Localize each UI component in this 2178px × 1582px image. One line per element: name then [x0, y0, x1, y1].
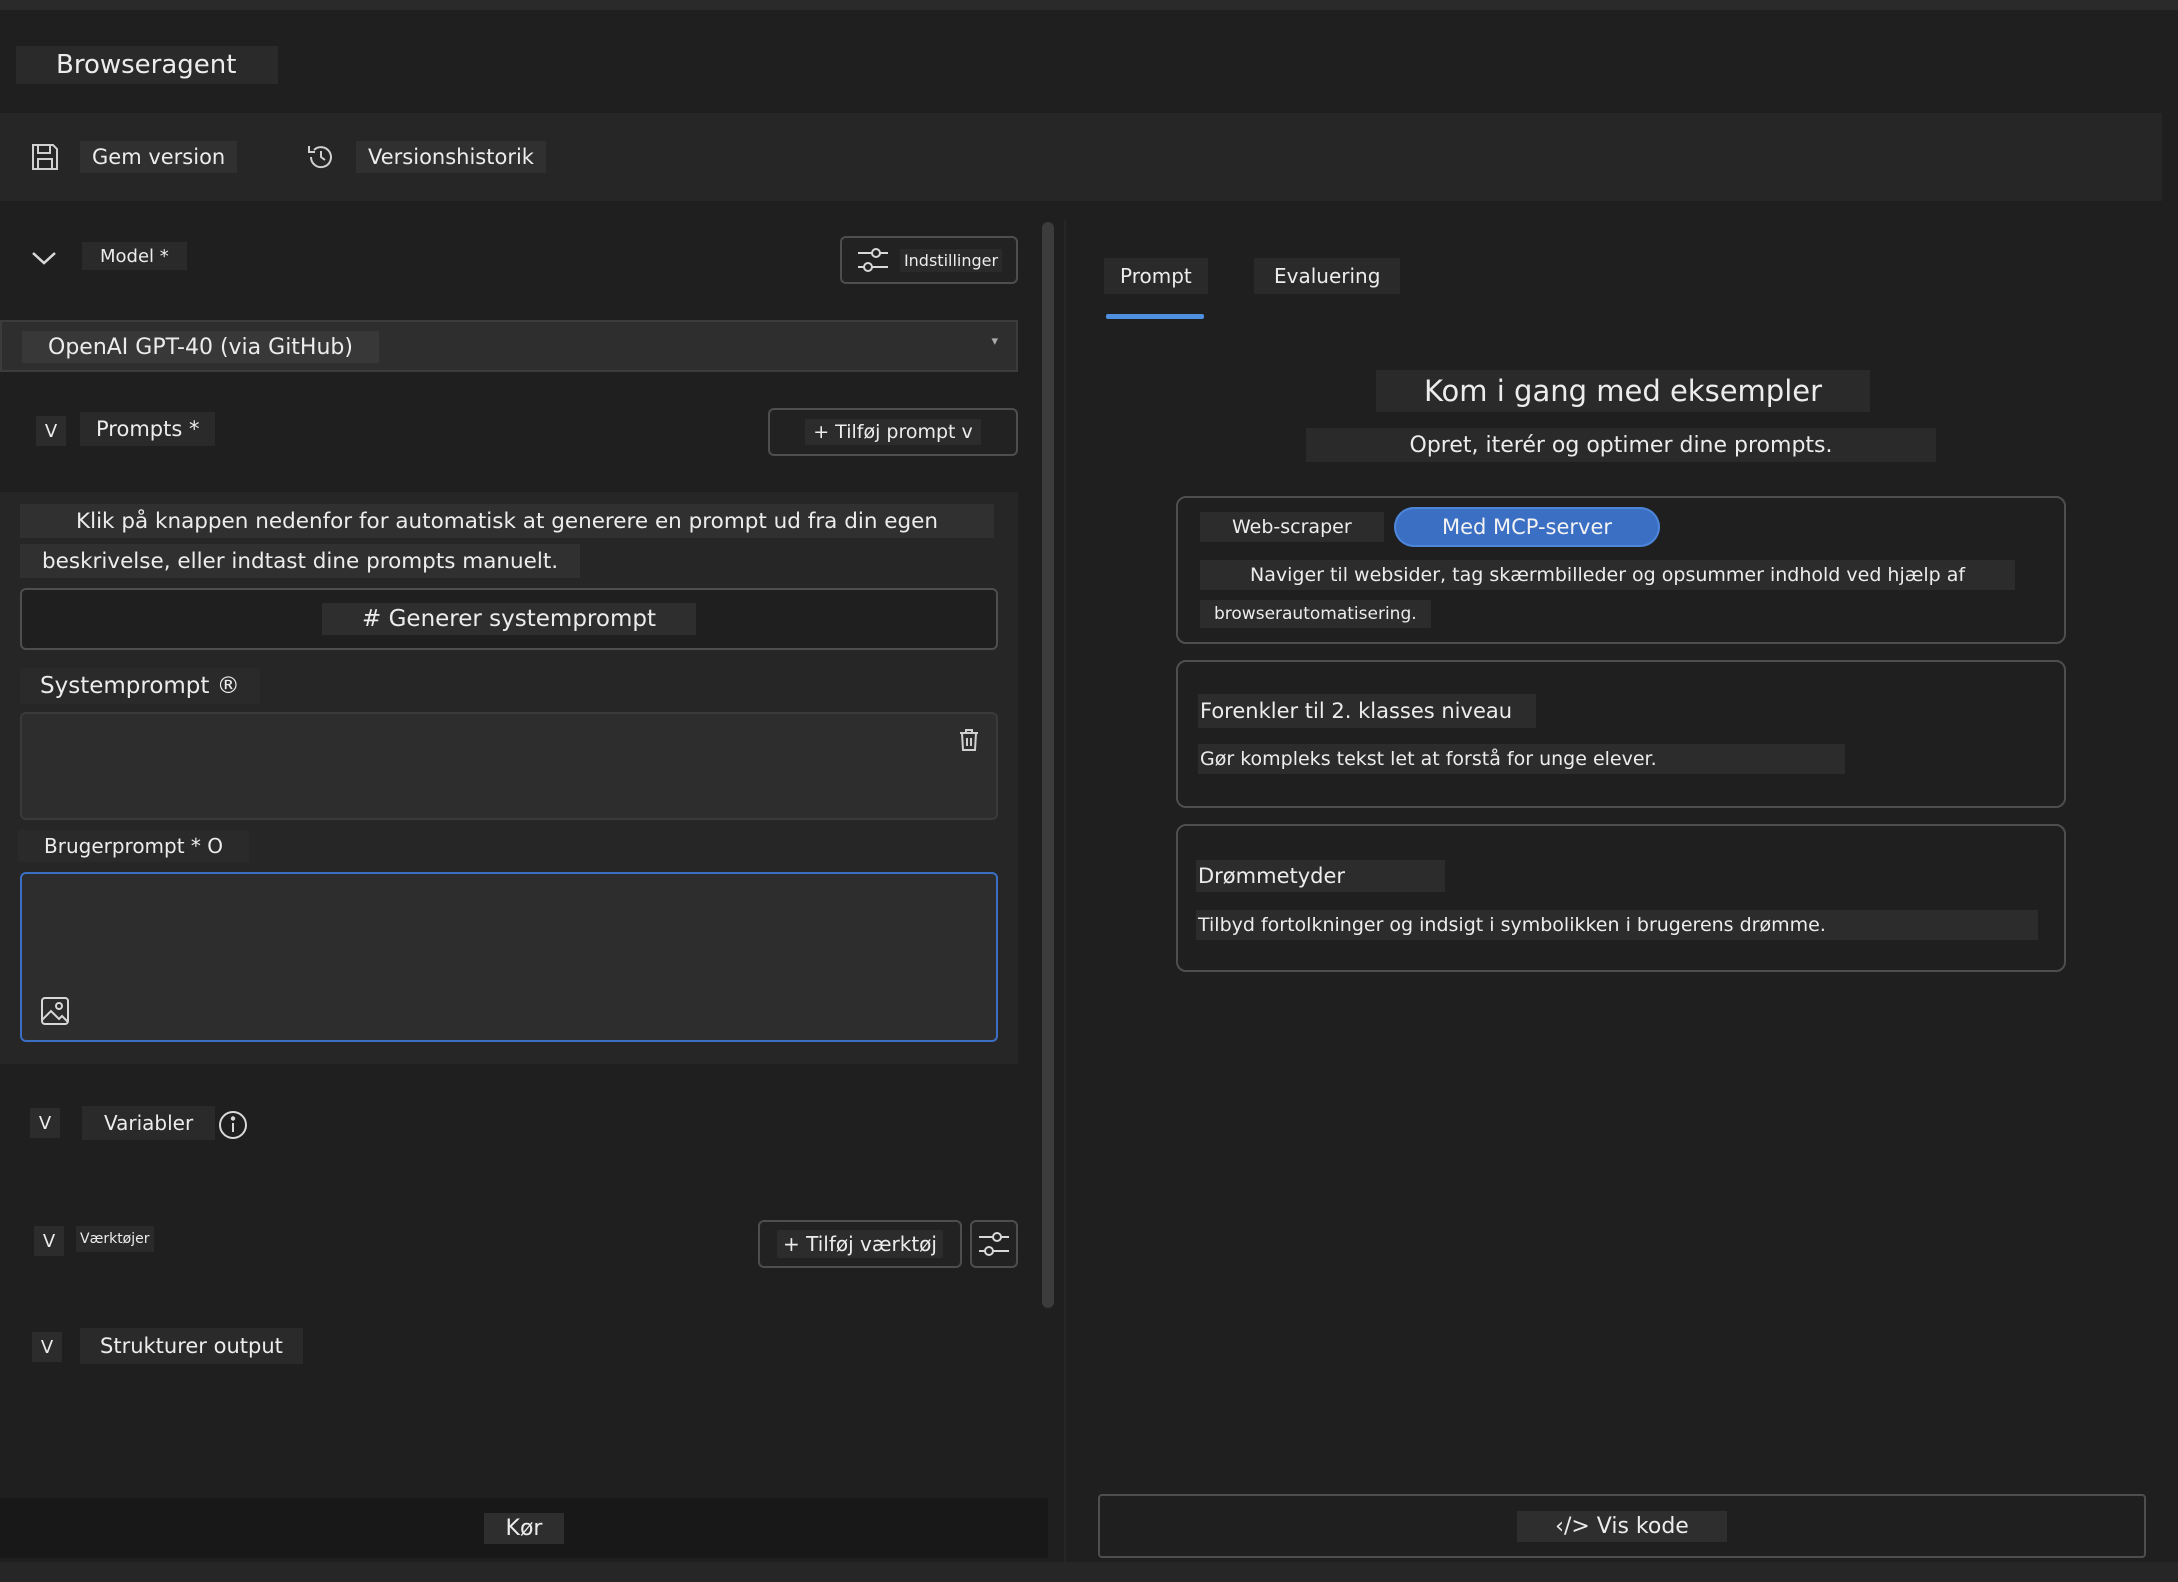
toolbar: Gem version Versionshistorik: [0, 113, 2162, 201]
generate-system-prompt-label: # Generer systemprompt: [322, 603, 696, 635]
card-description-line2: browserautomatisering.: [1200, 600, 1431, 628]
scrollbar[interactable]: [1042, 222, 1054, 1308]
version-history-label: Versionshistorik: [356, 141, 546, 173]
tools-collapse-toggle[interactable]: V: [34, 1226, 64, 1256]
add-tool-label: + Tilføj værktøj: [777, 1230, 943, 1258]
card-title: Drømmetyder: [1196, 860, 1446, 892]
page-title: Browseragent: [16, 46, 278, 84]
view-code-button[interactable]: ‹/> Vis kode: [1098, 1494, 2146, 1558]
view-code-label: ‹/> Vis kode: [1517, 1510, 1727, 1542]
tab-evaluering[interactable]: Evaluering: [1254, 258, 1401, 294]
image-icon[interactable]: [40, 996, 70, 1026]
card-description-line1: Naviger til websider, tag skærmbilleder …: [1200, 560, 2016, 590]
model-collapse-toggle[interactable]: [30, 248, 58, 268]
generate-system-prompt-button[interactable]: # Generer systemprompt: [20, 588, 998, 650]
model-settings-label: Indstillinger: [899, 248, 1003, 272]
chevron-down-icon: [32, 252, 56, 265]
version-history-button[interactable]: Versionshistorik: [306, 141, 546, 173]
run-button[interactable]: Kør: [0, 1498, 1048, 1558]
add-tool-button[interactable]: + Tilføj værktøj: [758, 1220, 962, 1268]
card-description: Tilbyd fortolkninger og indsigt i symbol…: [1196, 910, 2038, 940]
dropdown-arrow-icon: ▾: [991, 334, 998, 349]
card-title: Forenkler til 2. klasses niveau: [1198, 694, 1537, 728]
prompts-collapse-toggle[interactable]: V: [36, 416, 66, 446]
example-card-simplifier[interactable]: Forenkler til 2. klasses niveau Gør komp…: [1176, 660, 2066, 808]
prompts-hint-line2: beskrivelse, eller indtast dine prompts …: [20, 544, 581, 578]
sliders-icon: [977, 1229, 1011, 1259]
info-icon[interactable]: [218, 1110, 248, 1140]
structured-output-label: Strukturer output: [80, 1328, 303, 1364]
user-prompt-label: Brugerprompt * O: [18, 830, 250, 862]
prompts-label: Prompts *: [80, 412, 216, 446]
variables-collapse-toggle[interactable]: V: [30, 1108, 60, 1138]
example-card-dream-interpreter[interactable]: Drømmetyder Tilbyd fortolkninger og inds…: [1176, 824, 2066, 972]
tools-settings-button[interactable]: [970, 1220, 1018, 1268]
status-bar: [0, 1562, 2178, 1582]
system-prompt-field[interactable]: [20, 712, 998, 820]
structured-output-collapse-toggle[interactable]: V: [32, 1332, 62, 1362]
system-prompt-label: Systemprompt ®: [20, 668, 260, 704]
variables-label: Variabler: [82, 1106, 216, 1140]
model-select-value: OpenAI GPT-40 (via GitHub): [22, 331, 379, 363]
panel-divider: [1064, 220, 1066, 1562]
examples-subheading: Opret, iterér og optimer dine prompts.: [1306, 428, 1936, 462]
save-version-button[interactable]: Gem version: [30, 141, 238, 173]
run-label: Kør: [483, 1512, 565, 1544]
card-description: Gør kompleks tekst let at forstå for ung…: [1198, 744, 1845, 774]
model-label: Model *: [82, 242, 187, 270]
add-prompt-button[interactable]: + Tilføj prompt v: [768, 408, 1018, 456]
tab-prompt[interactable]: Prompt: [1104, 258, 1208, 294]
save-icon: [30, 142, 60, 172]
tab-active-indicator: [1106, 314, 1204, 319]
model-settings-button[interactable]: Indstillinger: [840, 236, 1018, 284]
tag-web-scraper: Web-scraper: [1200, 512, 1384, 542]
tools-label: Værktøjer: [76, 1226, 154, 1252]
sliders-icon: [856, 245, 890, 275]
delete-icon[interactable]: [958, 728, 980, 752]
top-bar: [0, 0, 2178, 10]
example-card-web-scraper[interactable]: Web-scraper Med MCP-server Naviger til w…: [1176, 496, 2066, 644]
tag-mcp-server: Med MCP-server: [1394, 507, 1660, 547]
prompts-hint-line1: Klik på knappen nedenfor for automatisk …: [20, 504, 995, 538]
add-prompt-label: + Tilføj prompt v: [805, 419, 981, 445]
save-version-label: Gem version: [80, 141, 238, 173]
user-prompt-field[interactable]: [20, 872, 998, 1042]
examples-heading: Kom i gang med eksempler: [1376, 370, 1870, 412]
model-select[interactable]: OpenAI GPT-40 (via GitHub) ▾: [0, 320, 1018, 372]
history-icon: [306, 142, 336, 172]
